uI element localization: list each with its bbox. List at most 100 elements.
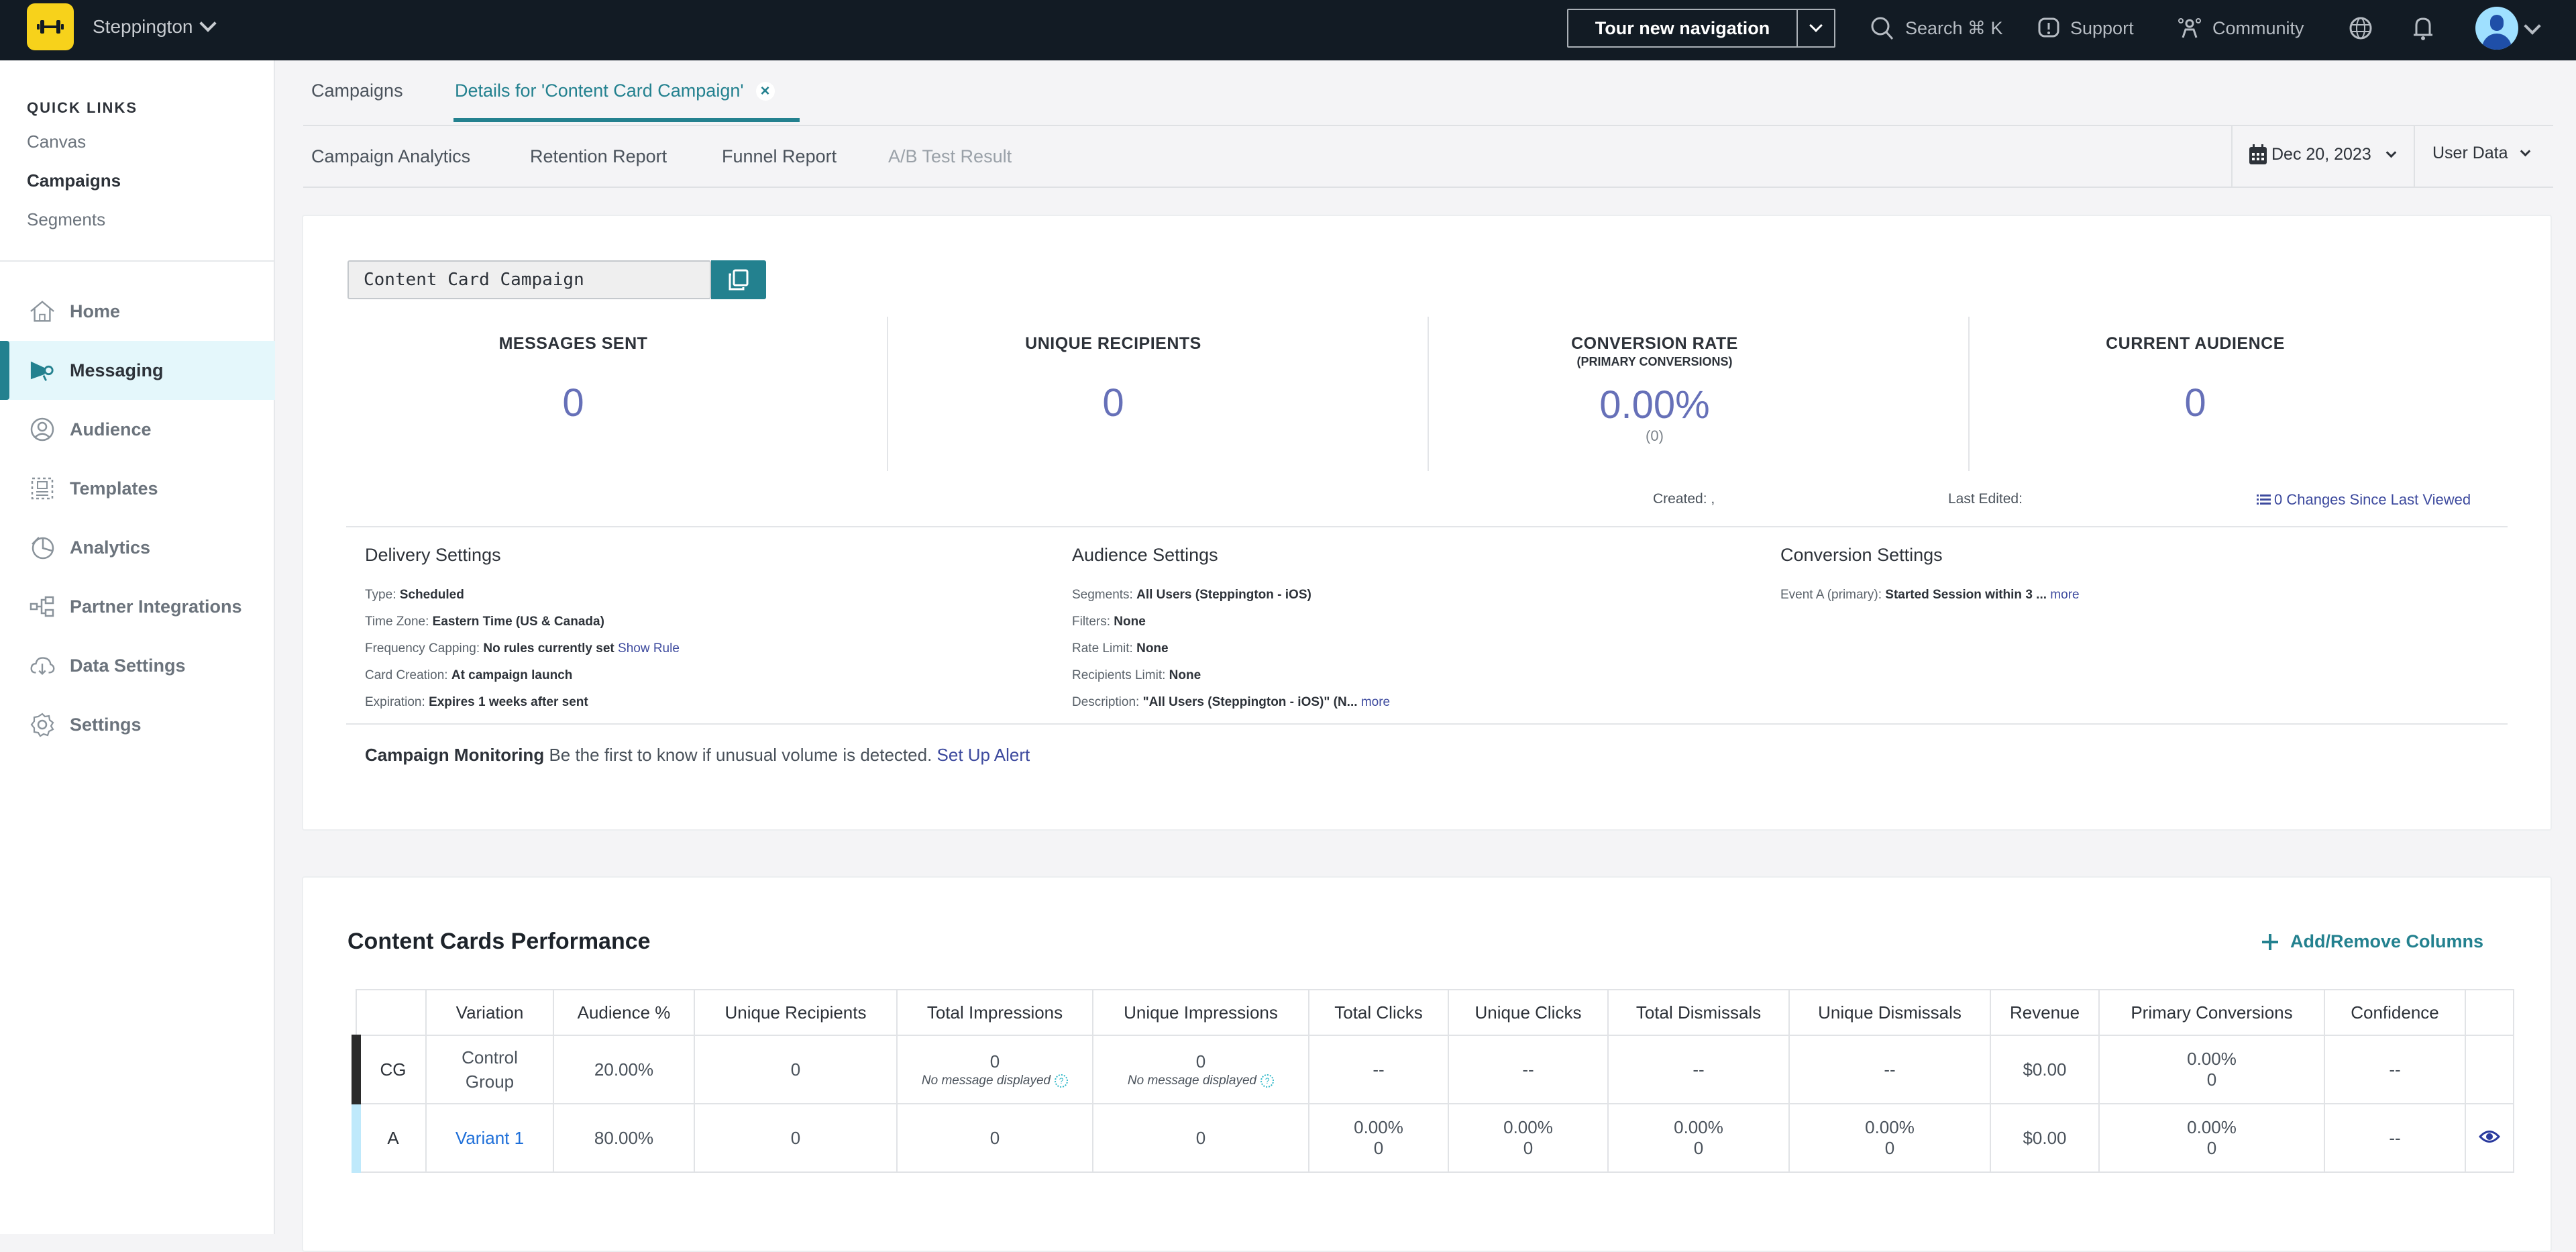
setting-row: Card Creation: At campaign launch	[365, 662, 680, 689]
total-impressions: 0 No message displayed?	[896, 1035, 1093, 1104]
sidebar-item-data-settings[interactable]: Data Settings	[0, 636, 275, 695]
delivery-settings: Delivery Settings Type: Scheduled Time Z…	[365, 545, 680, 716]
column-header: Unique Dismissals	[1788, 989, 1991, 1036]
tab-ab-test-result[interactable]: A/B Test Result	[888, 146, 1012, 167]
stat-value: 0	[1102, 381, 1124, 425]
top-nav-bar: Steppington Tour new navigation Search ⌘…	[0, 0, 2576, 60]
variation-name: Control Group	[425, 1035, 554, 1104]
show-rule-link[interactable]: Show Rule	[618, 641, 680, 656]
setting-row: Recipients Limit: None	[1072, 662, 1390, 689]
tour-navigation-button[interactable]: Tour new navigation	[1568, 10, 1796, 46]
help-icon[interactable]: ?	[1260, 1074, 1275, 1088]
unique-dismissals: 0.00% 0	[1788, 1103, 1991, 1173]
close-tab-icon[interactable]: ×	[755, 81, 775, 101]
add-remove-columns-button[interactable]: Add/Remove Columns	[2261, 931, 2483, 952]
community-icon	[2178, 18, 2201, 38]
variant-link[interactable]: Variant 1	[455, 1128, 524, 1148]
notifications-button[interactable]	[2411, 13, 2435, 43]
unique-dismissals-count: 0	[1884, 1138, 1895, 1158]
total-dismissals: --	[1607, 1035, 1790, 1104]
tab-campaigns[interactable]: Campaigns	[311, 81, 403, 101]
table-row: A Variant 1 80.00% 0 0 0 0.00% 0 0.00% 0…	[352, 1103, 2514, 1173]
copy-button[interactable]	[711, 260, 766, 299]
active-tab-indicator	[453, 118, 800, 122]
variation-name: Variant 1	[425, 1103, 554, 1173]
revenue: $0.00	[1990, 1103, 2100, 1173]
support-button[interactable]: Support	[2037, 13, 2134, 43]
tab-funnel-report[interactable]: Funnel Report	[722, 146, 837, 167]
tab-campaign-details[interactable]: Details for 'Content Card Campaign' ×	[455, 81, 775, 101]
eye-icon[interactable]	[2478, 1129, 2501, 1144]
performance-table: Variation Audience % Unique Recipients T…	[352, 989, 2514, 1173]
set-up-alert-link[interactable]: Set Up Alert	[937, 745, 1030, 765]
monitoring-text: Be the first to know if unusual volume i…	[549, 745, 932, 765]
sidebar-item-templates[interactable]: Templates	[0, 459, 275, 518]
variant-key: A	[352, 1103, 427, 1173]
globe-icon	[2349, 17, 2372, 40]
user-avatar[interactable]	[2475, 7, 2518, 50]
search-button[interactable]: Search ⌘ K	[1869, 13, 2003, 43]
stat-value: 0	[2184, 381, 2206, 425]
no-message-note: No message displayed?	[903, 1074, 1087, 1088]
changes-since-viewed-link[interactable]: 0 Changes Since Last Viewed	[2257, 491, 2471, 509]
language-button[interactable]	[2348, 13, 2373, 43]
date-range-select[interactable]: Dec 20, 2023	[2249, 144, 2396, 165]
megaphone-icon	[30, 358, 55, 383]
sidebar-item-home[interactable]: Home	[0, 282, 275, 341]
description-more-link[interactable]: more	[1361, 695, 1390, 709]
total-dismissals: 0.00% 0	[1607, 1103, 1790, 1173]
audience-pct: 80.00%	[553, 1103, 695, 1173]
conversion-more-link[interactable]: more	[2050, 588, 2079, 602]
unique-impressions-value: 0	[1195, 1051, 1206, 1072]
column-header: Variation	[425, 989, 554, 1036]
tour-navigation-dropdown[interactable]	[1796, 10, 1834, 46]
community-button[interactable]: Community	[2176, 13, 2304, 43]
column-header: Revenue	[1990, 989, 2100, 1036]
stat-title: CONVERSION RATE	[1571, 334, 1738, 353]
setting-row: Filters: None	[1072, 609, 1390, 635]
sidebar-item-audience[interactable]: Audience	[0, 400, 275, 459]
list-icon	[2257, 494, 2271, 505]
quick-link-campaigns[interactable]: Campaigns	[27, 170, 121, 191]
sidebar-item-messaging[interactable]: Messaging	[0, 341, 275, 400]
setting-label: Type:	[365, 588, 396, 602]
note-text: No message displayed	[921, 1073, 1051, 1088]
variant-key: CG	[352, 1035, 427, 1104]
avatar-head	[2490, 15, 2504, 31]
setting-label: Description:	[1072, 695, 1140, 709]
unique-dismissals: --	[1788, 1035, 1991, 1104]
quick-link-segments[interactable]: Segments	[27, 209, 105, 230]
sidebar-item-label: Analytics	[70, 537, 151, 558]
divider	[346, 723, 2508, 725]
confidence: --	[2324, 1035, 2466, 1104]
tab-campaign-analytics[interactable]: Campaign Analytics	[311, 146, 470, 167]
unique-recipients: 0	[694, 1103, 898, 1173]
stat-messages-sent: MESSAGES SENT 0	[303, 317, 843, 471]
data-type-select[interactable]: User Data	[2432, 144, 2530, 163]
workspace-switcher[interactable]: Steppington	[93, 15, 217, 38]
setting-label: Recipients Limit:	[1072, 668, 1166, 682]
calendar-icon	[2249, 144, 2267, 164]
chevron-down-icon	[1809, 19, 1823, 32]
sidebar-item-analytics[interactable]: Analytics	[0, 518, 275, 577]
setting-label: Filters:	[1072, 615, 1110, 629]
changes-link-label: 0 Changes Since Last Viewed	[2274, 491, 2471, 508]
app-logo[interactable]	[27, 3, 74, 50]
help-icon[interactable]: ?	[1055, 1074, 1069, 1088]
campaign-name-field[interactable]: Content Card Campaign	[347, 260, 711, 299]
quick-links-title: QUICK LINKS	[27, 99, 138, 116]
sidebar-item-partner-integrations[interactable]: Partner Integrations	[0, 577, 275, 636]
sidebar-item-settings[interactable]: Settings	[0, 695, 275, 754]
sidebar-divider	[0, 260, 275, 262]
performance-title: Content Cards Performance	[347, 929, 651, 954]
account-menu-chevron-icon[interactable]	[2524, 17, 2541, 35]
chevron-down-icon	[2385, 147, 2396, 158]
sidebar-item-label: Partner Integrations	[70, 596, 242, 617]
quick-link-canvas[interactable]: Canvas	[27, 132, 86, 152]
sidebar-item-label: Audience	[70, 419, 152, 439]
setting-row: Segments: All Users (Steppington - iOS)	[1072, 582, 1390, 609]
unique-impressions: 0	[1092, 1103, 1309, 1173]
tab-retention-report[interactable]: Retention Report	[530, 146, 667, 167]
stat-title: UNIQUE RECIPIENTS	[1025, 334, 1201, 353]
sidebar: QUICK LINKS Canvas Campaigns Segments Ho…	[0, 60, 275, 1234]
